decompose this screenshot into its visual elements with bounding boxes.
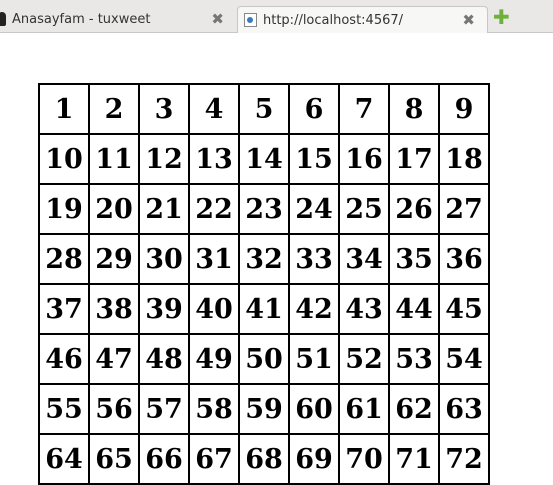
table-cell: 58 bbox=[188, 383, 240, 435]
table-cell: 61 bbox=[338, 383, 390, 435]
table-cell: 20 bbox=[88, 183, 140, 235]
table-cell: 28 bbox=[38, 233, 90, 285]
penguin-icon bbox=[0, 12, 6, 26]
table-cell: 47 bbox=[88, 333, 140, 385]
tab-title: Anasayfam - tuxweet bbox=[12, 11, 151, 27]
table-cell: 38 bbox=[88, 283, 140, 335]
table-cell: 72 bbox=[438, 433, 490, 485]
table-cell: 4 bbox=[188, 83, 240, 135]
table-cell: 55 bbox=[38, 383, 90, 435]
table-cell: 43 bbox=[338, 283, 390, 335]
table-cell: 51 bbox=[288, 333, 340, 385]
table-row: 46 47 48 49 50 51 52 53 54 bbox=[38, 333, 490, 385]
table-cell: 27 bbox=[438, 183, 490, 235]
table-cell: 71 bbox=[388, 433, 440, 485]
page-content: 1 2 3 4 5 6 7 8 9 10 11 12 13 14 15 16 17 18 19 20 21 22 23 24 2… bbox=[38, 83, 490, 485]
table-cell: 3 bbox=[138, 83, 190, 135]
table-cell: 19 bbox=[38, 183, 90, 235]
table-cell: 48 bbox=[138, 333, 190, 385]
table-cell: 33 bbox=[288, 233, 340, 285]
table-cell: 44 bbox=[388, 283, 440, 335]
table-cell: 70 bbox=[338, 433, 390, 485]
table-cell: 39 bbox=[138, 283, 190, 335]
table-cell: 65 bbox=[88, 433, 140, 485]
table-cell: 67 bbox=[188, 433, 240, 485]
number-table: 1 2 3 4 5 6 7 8 9 10 11 12 13 14 15 16 17 18 19 20 21 22 23 24 2… bbox=[38, 83, 490, 485]
table-cell: 40 bbox=[188, 283, 240, 335]
table-cell: 26 bbox=[388, 183, 440, 235]
table-row: 37 38 39 40 41 42 43 44 45 bbox=[38, 283, 490, 335]
table-cell: 60 bbox=[288, 383, 340, 435]
table-cell: 24 bbox=[288, 183, 340, 235]
table-cell: 62 bbox=[388, 383, 440, 435]
table-cell: 36 bbox=[438, 233, 490, 285]
table-cell: 11 bbox=[88, 133, 140, 185]
table-cell: 34 bbox=[338, 233, 390, 285]
table-cell: 45 bbox=[438, 283, 490, 335]
table-row: 55 56 57 58 59 60 61 62 63 bbox=[38, 383, 490, 435]
table-cell: 69 bbox=[288, 433, 340, 485]
table-cell: 56 bbox=[88, 383, 140, 435]
table-cell: 41 bbox=[238, 283, 290, 335]
table-row: 64 65 66 67 68 69 70 71 72 bbox=[38, 433, 490, 485]
table-cell: 52 bbox=[338, 333, 390, 385]
table-cell: 22 bbox=[188, 183, 240, 235]
table-cell: 31 bbox=[188, 233, 240, 285]
table-cell: 57 bbox=[138, 383, 190, 435]
tab-bar: Anasayfam - tuxweet ✖ http://localhost:4… bbox=[0, 0, 553, 33]
tab-localhost[interactable]: http://localhost:4567/ ✖ bbox=[237, 6, 488, 33]
table-cell: 1 bbox=[38, 83, 90, 135]
table-cell: 2 bbox=[88, 83, 140, 135]
table-cell: 59 bbox=[238, 383, 290, 435]
table-cell: 68 bbox=[238, 433, 290, 485]
table-cell: 63 bbox=[438, 383, 490, 435]
table-cell: 12 bbox=[138, 133, 190, 185]
close-icon[interactable]: ✖ bbox=[211, 10, 224, 28]
table-cell: 9 bbox=[438, 83, 490, 135]
table-cell: 6 bbox=[288, 83, 340, 135]
table-cell: 13 bbox=[188, 133, 240, 185]
table-cell: 8 bbox=[388, 83, 440, 135]
table-cell: 35 bbox=[388, 233, 440, 285]
table-cell: 16 bbox=[338, 133, 390, 185]
table-cell: 14 bbox=[238, 133, 290, 185]
page-icon bbox=[244, 13, 257, 27]
table-cell: 25 bbox=[338, 183, 390, 235]
table-cell: 7 bbox=[338, 83, 390, 135]
table-row: 28 29 30 31 32 33 34 35 36 bbox=[38, 233, 490, 285]
table-cell: 64 bbox=[38, 433, 90, 485]
table-cell: 49 bbox=[188, 333, 240, 385]
table-row: 123456789 bbox=[38, 83, 490, 135]
plus-icon[interactable]: ✚ bbox=[493, 7, 510, 27]
table-cell: 46 bbox=[38, 333, 90, 385]
table-cell: 18 bbox=[438, 133, 490, 185]
table-row: 19 20 21 22 23 24 25 26 27 bbox=[38, 183, 490, 235]
table-cell: 10 bbox=[38, 133, 90, 185]
table-cell: 42 bbox=[288, 283, 340, 335]
table-cell: 37 bbox=[38, 283, 90, 335]
table-row: 10 11 12 13 14 15 16 17 18 bbox=[38, 133, 490, 185]
table-cell: 5 bbox=[238, 83, 290, 135]
table-cell: 17 bbox=[388, 133, 440, 185]
table-cell: 32 bbox=[238, 233, 290, 285]
table-cell: 21 bbox=[138, 183, 190, 235]
close-icon[interactable]: ✖ bbox=[462, 11, 475, 29]
table-cell: 15 bbox=[288, 133, 340, 185]
tab-anasayfam[interactable]: Anasayfam - tuxweet ✖ bbox=[0, 6, 236, 32]
table-cell: 50 bbox=[238, 333, 290, 385]
table-cell: 54 bbox=[438, 333, 490, 385]
table-cell: 53 bbox=[388, 333, 440, 385]
table-cell: 29 bbox=[88, 233, 140, 285]
table-cell: 30 bbox=[138, 233, 190, 285]
tab-title: http://localhost:4567/ bbox=[263, 12, 404, 28]
table-cell: 66 bbox=[138, 433, 190, 485]
table-cell: 23 bbox=[238, 183, 290, 235]
